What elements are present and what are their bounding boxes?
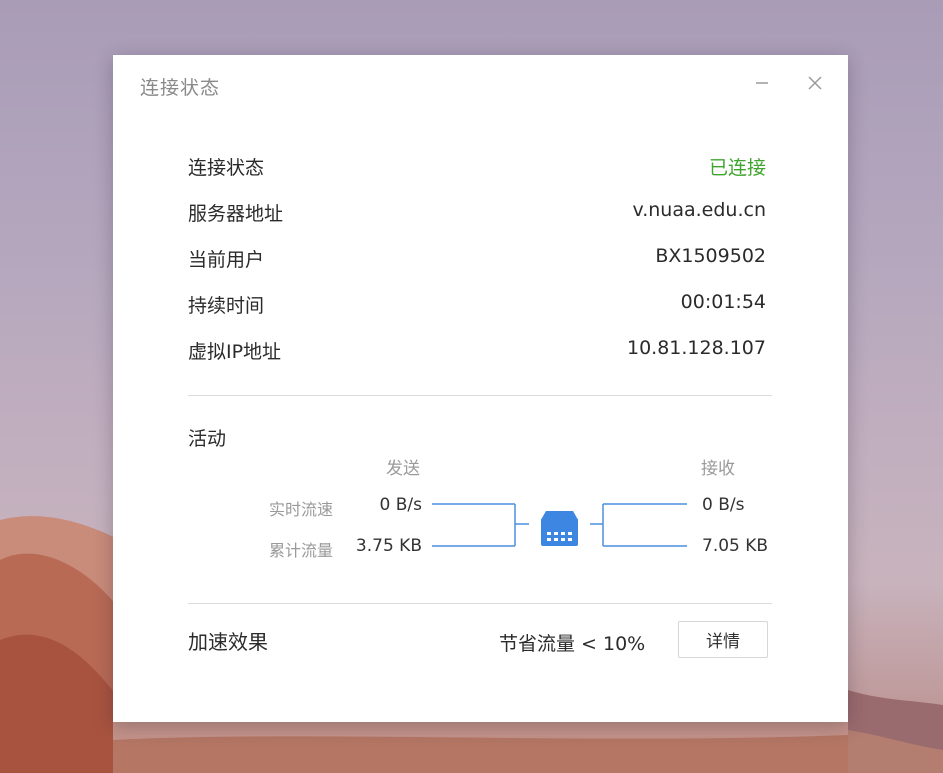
router-icon [541, 511, 578, 546]
desktop-background: 连接状态 连接状态 已连接 服务器地址 v.nuaa.edu.cn 当前用户 B… [0, 0, 943, 773]
receive-connector-lines [590, 503, 687, 547]
acceleration-title: 加速效果 [188, 630, 268, 654]
send-connector-lines [432, 503, 529, 547]
connection-status-dialog: 连接状态 连接状态 已连接 服务器地址 v.nuaa.edu.cn 当前用户 B… [113, 55, 848, 722]
divider-bottom [188, 603, 772, 604]
details-button[interactable]: 详情 [678, 621, 768, 658]
acceleration-value: 节省流量 < 10% [499, 633, 646, 655]
